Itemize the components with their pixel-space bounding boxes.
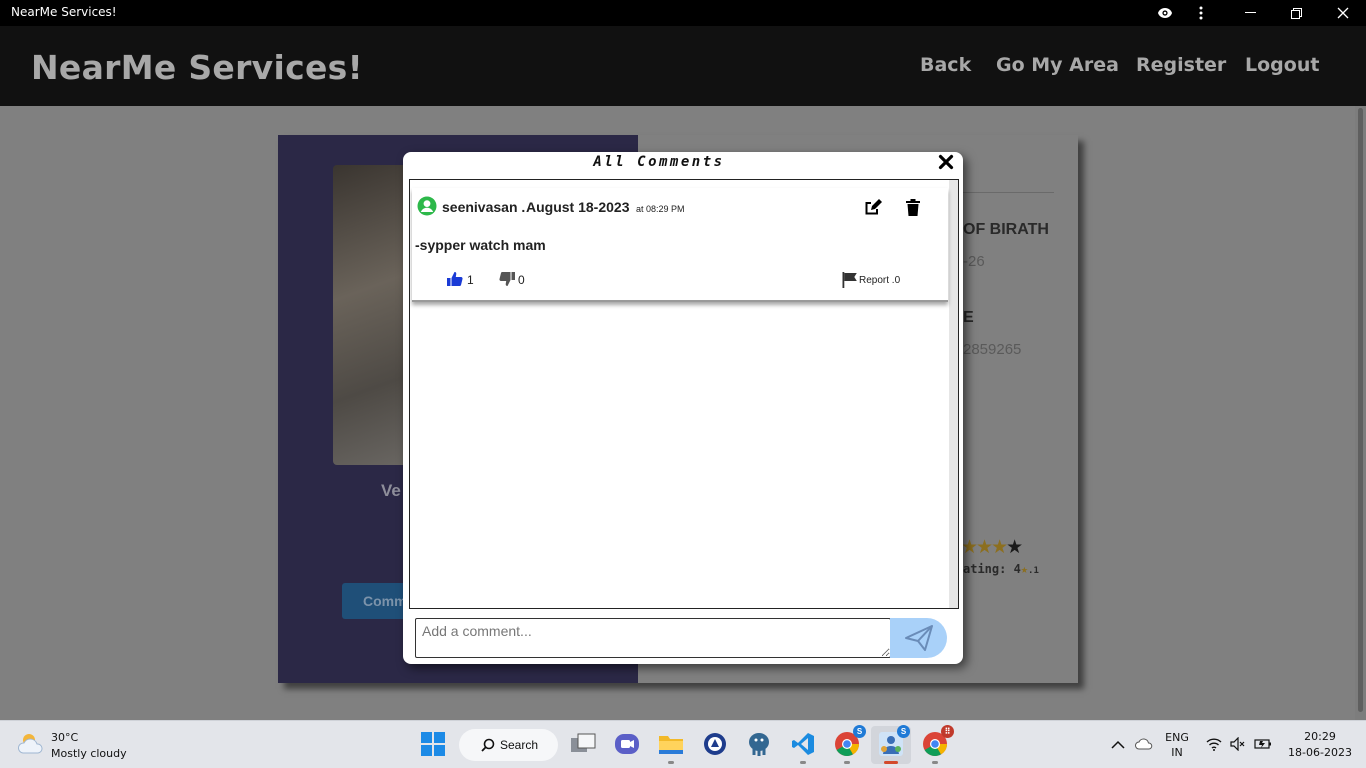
rating-value: ating: 4 <box>963 562 1021 576</box>
profile-badge: S <box>853 725 866 738</box>
chevron-up-icon[interactable] <box>1111 737 1127 753</box>
window-title: NearMe Services! <box>11 5 117 19</box>
nav-register-link[interactable]: Register <box>1136 54 1226 76</box>
app-icon[interactable] <box>700 729 730 759</box>
running-indicator <box>844 761 850 764</box>
site-navbar: NearMe Services! Back Go My Area Registe… <box>0 26 1366 106</box>
search-label: Search <box>500 738 539 752</box>
windows-logo-icon <box>421 732 445 756</box>
nav-logout-link[interactable]: Logout <box>1245 54 1319 76</box>
site-brand[interactable]: NearMe Services! <box>31 48 363 87</box>
file-explorer-icon[interactable] <box>656 729 686 759</box>
nearme-app-icon[interactable]: S <box>876 725 910 759</box>
send-button[interactable] <box>890 618 947 658</box>
star-icon: ★ <box>961 537 978 558</box>
page-scrollbar-thumb[interactable] <box>1358 108 1363 712</box>
star-icon: ★ <box>1006 537 1023 558</box>
dislike-count: 0 <box>518 273 525 287</box>
close-icon[interactable] <box>938 154 956 172</box>
active-indicator <box>884 761 898 764</box>
thumbs-up-icon[interactable] <box>447 271 463 287</box>
region-code: IN <box>1171 746 1183 759</box>
star-icon: ★ <box>991 537 1008 558</box>
running-indicator <box>668 761 674 764</box>
dob-value: -26 <box>963 253 985 270</box>
search-icon <box>481 738 495 752</box>
flag-icon[interactable] <box>842 272 858 288</box>
restore-button[interactable] <box>1273 0 1319 26</box>
comments-modal: All Comments seenivasan . August 18-2023… <box>403 152 963 664</box>
nav-go-my-area-link[interactable]: Go My Area <box>996 54 1119 76</box>
comment-input[interactable] <box>415 618 891 658</box>
wifi-icon[interactable] <box>1206 737 1222 753</box>
divider <box>956 192 1054 193</box>
report-label[interactable]: Report .0 <box>859 275 900 286</box>
task-view-icon[interactable] <box>568 729 598 759</box>
close-window-button[interactable] <box>1320 0 1366 26</box>
comments-scrollbar[interactable] <box>949 180 958 608</box>
clock-time: 20:29 <box>1304 730 1336 743</box>
thumbs-down-icon[interactable] <box>499 271 515 287</box>
star-icon: ★ <box>976 537 993 558</box>
star-icon: ★ <box>1020 562 1029 576</box>
chrome-icon[interactable]: S <box>832 725 866 759</box>
dob-label: OF BIRATH <box>963 221 1049 238</box>
comment-text: -sypper watch mam <box>415 237 546 253</box>
weather-condition: Mostly cloudy <box>51 747 127 760</box>
comments-list: seenivasan . August 18-2023 at 08:29 PM … <box>409 179 959 609</box>
postgresql-icon[interactable] <box>744 729 774 759</box>
rating-text: ating: 4★.1 <box>963 562 1039 576</box>
taskbar: 30°C Mostly cloudy Search S S ⠿ ENG IN 2… <box>0 720 1366 768</box>
trash-icon[interactable] <box>906 199 920 216</box>
like-count: 1 <box>467 273 474 287</box>
phone-label: E <box>963 309 974 326</box>
phone-value: 2859265 <box>963 341 1022 358</box>
edit-icon[interactable] <box>864 198 882 216</box>
modal-title: All Comments <box>593 154 725 170</box>
running-indicator <box>932 761 938 764</box>
onedrive-cloud-icon[interactable] <box>1135 737 1153 753</box>
send-icon <box>904 625 933 651</box>
language-indicator[interactable]: ENG IN <box>1160 731 1194 759</box>
battery-icon[interactable] <box>1254 737 1271 753</box>
rating-suffix: .1 <box>1028 566 1039 576</box>
weather-cloud-icon[interactable] <box>17 731 46 757</box>
chrome-icon[interactable]: ⠿ <box>920 725 954 759</box>
clock[interactable]: 20:29 18-06-2023 <box>1280 730 1360 759</box>
comment-time: at 08:29 PM <box>636 204 685 214</box>
comment-author: seenivasan . <box>442 199 526 215</box>
profile-badge: S <box>897 725 910 738</box>
running-indicator <box>800 761 806 764</box>
profile-name: Ve <box>381 481 401 500</box>
taskbar-search[interactable]: Search <box>459 729 558 761</box>
comment-date: August 18-2023 <box>526 199 630 215</box>
vscode-icon[interactable] <box>788 729 818 759</box>
language-code: ENG <box>1165 731 1189 744</box>
window-title-bar: NearMe Services! <box>0 0 1366 26</box>
speaker-muted-icon[interactable] <box>1230 736 1246 753</box>
user-avatar-icon <box>417 196 437 216</box>
minimize-button[interactable] <box>1227 0 1273 26</box>
weather-temperature: 30°C <box>51 731 79 744</box>
comment-item: seenivasan . August 18-2023 at 08:29 PM … <box>412 188 948 302</box>
clock-date: 18-06-2023 <box>1288 746 1352 759</box>
rating-stars: ★★★★ <box>961 536 1023 559</box>
nav-back-link[interactable]: Back <box>920 54 971 76</box>
profile-badge: ⠿ <box>941 725 954 738</box>
more-options-icon[interactable] <box>1178 0 1224 26</box>
start-button[interactable] <box>418 729 448 759</box>
teams-chat-icon[interactable] <box>612 729 642 759</box>
